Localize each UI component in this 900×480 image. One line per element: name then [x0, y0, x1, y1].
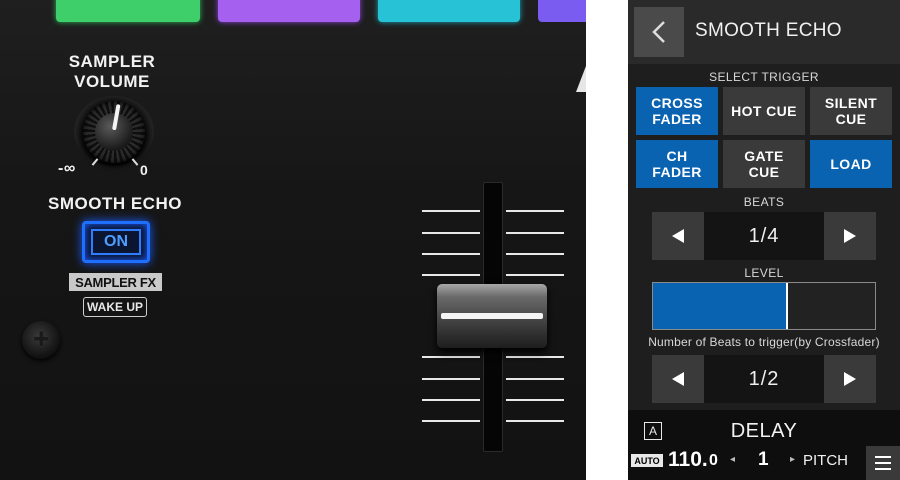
performance-pad-cyan[interactable] [378, 0, 520, 22]
fader-scale-line [422, 274, 480, 276]
fader-scale-line [506, 399, 564, 401]
performance-pad-purple[interactable] [218, 0, 360, 22]
trigger-button-load[interactable]: LOAD [810, 140, 892, 188]
xfader-beats-stepper: 1/2 [652, 355, 876, 403]
small-right-arrow-icon: ▸ [790, 454, 796, 465]
on-button-label: ON [91, 229, 141, 255]
pitch-label: PITCH [803, 452, 848, 469]
fader-scale-line [422, 378, 480, 380]
performance-pad-green[interactable] [56, 0, 200, 22]
performance-pad-violet[interactable] [538, 0, 586, 22]
sampler-volume-label: SAMPLER VOLUME [68, 52, 156, 91]
xfader-beats-decrease-button[interactable] [652, 355, 704, 403]
screw-icon: ✚ [22, 321, 60, 359]
hardware-panel: SAMPLER VOLUME -∞ 0 SMOOTH ECHO ON SAMPL… [0, 0, 586, 480]
fx-name: DELAY [730, 420, 798, 442]
fader-scale-line [506, 356, 564, 358]
level-label: LEVEL [744, 266, 784, 280]
fader-scale-line [422, 356, 480, 358]
fader-scale-line [422, 232, 480, 234]
fader-scale-line [506, 253, 564, 255]
auto-badge: AUTO [631, 454, 663, 467]
fader-scale-line [422, 399, 480, 401]
knob-max-label: 0 [140, 162, 149, 178]
beats-increase-button[interactable] [824, 212, 876, 260]
fader-scale-line [506, 232, 564, 234]
sampler-fx-label: SAMPLER FX [69, 273, 162, 291]
logo-fragment [576, 66, 586, 92]
xfader-beats-increase-button[interactable] [824, 355, 876, 403]
fader-scale-line [422, 253, 480, 255]
fader-cap-line [441, 313, 543, 319]
beat-value: 1 [758, 449, 769, 470]
fader-scale-line [506, 210, 564, 212]
trigger-button-cross-fader[interactable]: CROSS FADER [636, 87, 718, 135]
knob-min-label: -∞ [58, 160, 76, 177]
fader-scale-line [506, 378, 564, 380]
xfader-beats-value: 1/2 [748, 367, 780, 390]
small-left-arrow-icon: ◂ [730, 454, 736, 465]
smooth-echo-screen: SMOOTH ECHO SELECT TRIGGER CROSS FADER H… [628, 0, 900, 480]
hamburger-icon-line [875, 462, 891, 464]
fader-scale-line [422, 210, 480, 212]
hamburger-icon-line [875, 456, 891, 458]
crossfader-knob[interactable] [437, 284, 547, 348]
triangle-right-icon [844, 372, 856, 386]
triangle-left-icon [672, 229, 684, 243]
level-slider[interactable] [652, 282, 876, 330]
menu-button[interactable] [866, 446, 900, 480]
xfader-beats-label: Number of Beats to trigger(by Crossfader… [648, 335, 880, 349]
beats-label: BEATS [743, 195, 785, 209]
trigger-button-ch-fader[interactable]: CH FADER [636, 140, 718, 188]
select-trigger-label: SELECT TRIGGER [709, 70, 819, 84]
level-fill [653, 283, 789, 329]
smooth-echo-label: SMOOTH ECHO [48, 194, 182, 213]
beats-value: 1/4 [748, 224, 780, 247]
screen-title: SMOOTH ECHO [695, 20, 842, 41]
fader-scale-line [506, 274, 564, 276]
beats-decrease-button[interactable] [652, 212, 704, 260]
trigger-button-gate-cue[interactable]: GATE CUE [723, 140, 805, 188]
fader-scale-line [506, 420, 564, 422]
triangle-left-icon [672, 372, 684, 386]
back-button[interactable] [634, 7, 684, 57]
trigger-button-hot-cue[interactable]: HOT CUE [723, 87, 805, 135]
triangle-right-icon [844, 229, 856, 243]
hamburger-icon-line [875, 468, 891, 470]
trigger-button-silent-cue[interactable]: SILENT CUE [810, 87, 892, 135]
chevron-left-icon [652, 21, 665, 43]
fader-scale-line [422, 420, 480, 422]
beats-stepper: 1/4 [652, 212, 876, 260]
bpm-decimal: 0 [709, 452, 718, 469]
smooth-echo-on-button[interactable]: ON [82, 221, 150, 263]
bpm-integer: 110. [668, 448, 708, 471]
wake-up-label: WAKE UP [83, 297, 147, 317]
screen-footer: A DELAY AUTO 110. 0 ◂ 1 ▸ PITCH [628, 410, 900, 480]
screen-header: SMOOTH ECHO [628, 0, 900, 64]
